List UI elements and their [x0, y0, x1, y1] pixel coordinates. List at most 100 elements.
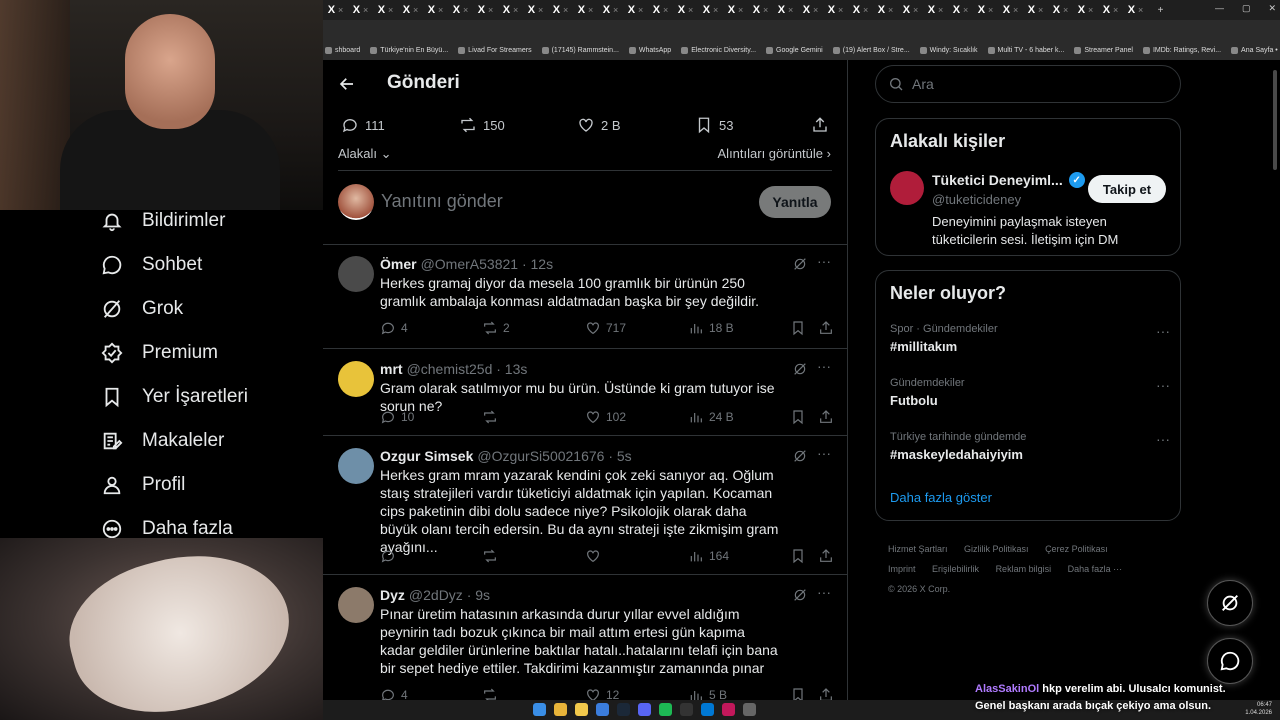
steam-icon[interactable]	[617, 703, 630, 716]
avatar[interactable]	[890, 171, 924, 205]
close-tab-icon[interactable]: ×	[563, 5, 568, 15]
like-button[interactable]	[585, 548, 606, 564]
views-button[interactable]: 5 B	[688, 687, 727, 700]
reply-button[interactable]: 4	[380, 687, 408, 700]
close-tab-icon[interactable]: ×	[863, 5, 868, 15]
trend-item[interactable]: Türkiye tarihinde gündemde #maskeyledaha…	[890, 431, 1170, 462]
window-controls[interactable]: — ▢ ✕	[1215, 3, 1276, 14]
browser-tab[interactable]: X ×	[498, 1, 523, 19]
close-tab-icon[interactable]: ×	[913, 5, 918, 15]
nav-bookmarks[interactable]: Yer İşaretleri	[100, 379, 248, 415]
close-tab-icon[interactable]: ×	[738, 5, 743, 15]
close-tab-icon[interactable]: ×	[513, 5, 518, 15]
tweet-author[interactable]: Dyz @2dDyz · 9s	[380, 587, 490, 603]
bookmark-count-button[interactable]: 53	[695, 116, 733, 134]
browser-tab[interactable]: X ×	[798, 1, 823, 19]
close-tab-icon[interactable]: ×	[963, 5, 968, 15]
browser-tab[interactable]: X ×	[673, 1, 698, 19]
search-input[interactable]: Ara	[875, 65, 1181, 103]
footer-link[interactable]: Daha fazla ···	[1068, 564, 1123, 574]
browser-tab[interactable]: X ×	[923, 1, 948, 19]
share-button[interactable]	[818, 320, 834, 336]
close-tab-icon[interactable]: ×	[488, 5, 493, 15]
grok-explain-icon[interactable]	[792, 256, 808, 272]
close-tab-icon[interactable]: ×	[338, 5, 343, 15]
nav-notifications[interactable]: Bildirimler	[100, 203, 225, 239]
tweet-author[interactable]: mrt @chemist25d · 13s	[380, 361, 527, 377]
repost-button[interactable]	[482, 548, 503, 564]
reply-input[interactable]: Yanıtını gönder	[381, 191, 503, 212]
bookmark-item[interactable]: (19) Alert Box / Stre...	[832, 46, 910, 54]
close-tab-icon[interactable]: ×	[888, 5, 893, 15]
close-tab-icon[interactable]: ×	[388, 5, 393, 15]
more-options-icon[interactable]: ···	[1156, 431, 1170, 447]
browser-tab[interactable]: X ×	[1048, 1, 1073, 19]
trend-item[interactable]: Gündemdekiler Futbolu ···	[890, 377, 1170, 408]
bookmark-item[interactable]: Streamer Panel	[1074, 46, 1133, 54]
maximize-icon[interactable]: ▢	[1242, 3, 1251, 14]
more-options-icon[interactable]: ···	[817, 359, 833, 377]
avatar[interactable]	[338, 256, 374, 292]
reply-tweet[interactable]: Dyz @2dDyz · 9s ··· Pınar üretim hatasının …	[323, 575, 847, 700]
bookmark-item[interactable]: Ana Sayfa • HBO Max	[1231, 46, 1280, 54]
browser-tab[interactable]: X ×	[1073, 1, 1098, 19]
reply-button[interactable]	[380, 548, 401, 564]
footer-link[interactable]: Çerez Politikası	[1045, 544, 1108, 554]
close-tab-icon[interactable]: ×	[1063, 5, 1068, 15]
bookmark-button[interactable]	[790, 320, 806, 336]
nav-grok[interactable]: Grok	[100, 291, 183, 327]
browser-tab[interactable]: X ×	[1098, 1, 1123, 19]
share-button[interactable]	[818, 548, 834, 564]
browser-tab[interactable]: X ×	[848, 1, 873, 19]
app-icon[interactable]	[722, 703, 735, 716]
close-tab-icon[interactable]: ×	[1013, 5, 1018, 15]
repost-button[interactable]	[482, 409, 503, 425]
close-tab-icon[interactable]: ×	[1088, 5, 1093, 15]
reply-button[interactable]: 4	[380, 320, 408, 336]
tweet-author[interactable]: Ozgur Simsek @OzgurSi50021676 · 5s	[380, 448, 632, 464]
app-icon[interactable]	[596, 703, 609, 716]
related-user-name[interactable]: Tüketici Deneyiml... ✓	[932, 172, 1085, 188]
folder-icon[interactable]	[575, 703, 588, 716]
avatar[interactable]	[338, 587, 374, 623]
close-tab-icon[interactable]: ×	[988, 5, 993, 15]
grok-explain-icon[interactable]	[792, 587, 808, 603]
follow-button[interactable]: Takip et	[1088, 175, 1166, 203]
bookmark-item[interactable]: IMDb: Ratings, Revi...	[1142, 46, 1221, 54]
close-tab-icon[interactable]: ×	[588, 5, 593, 15]
repost-button[interactable]	[482, 687, 503, 700]
footer-link[interactable]: Hizmet Şartları	[888, 544, 948, 554]
close-tab-icon[interactable]: ×	[613, 5, 618, 15]
nav-articles[interactable]: Makaleler	[100, 423, 224, 459]
views-button[interactable]: 24 B	[688, 409, 734, 425]
repost-count-button[interactable]: 150	[459, 116, 505, 134]
reply-count-button[interactable]: 111	[341, 116, 385, 134]
more-options-icon[interactable]: ···	[1156, 323, 1170, 339]
close-tab-icon[interactable]: ×	[788, 5, 793, 15]
sort-relevance-dropdown[interactable]: Alakalı ⌄	[338, 146, 392, 162]
browser-tab[interactable]: X ×	[623, 1, 648, 19]
browser-tab[interactable]: X ×	[973, 1, 998, 19]
close-tab-icon[interactable]: ×	[413, 5, 418, 15]
close-tab-icon[interactable]: ×	[463, 5, 468, 15]
views-button[interactable]: 164	[688, 548, 729, 564]
browser-icon[interactable]	[554, 703, 567, 716]
new-tab-button[interactable]: +	[1148, 1, 1173, 19]
browser-tab[interactable]: X ×	[548, 1, 573, 19]
avatar[interactable]	[338, 184, 374, 220]
browser-tab[interactable]: X ×	[348, 1, 373, 19]
more-options-icon[interactable]: ···	[817, 446, 833, 464]
footer-link[interactable]: Imprint	[888, 564, 916, 574]
browser-tab[interactable]: X ×	[898, 1, 923, 19]
like-button[interactable]: 717	[585, 320, 626, 336]
browser-tab[interactable]: X ×	[723, 1, 748, 19]
views-button[interactable]: 18 B	[688, 320, 734, 336]
browser-tab[interactable]: X ×	[473, 1, 498, 19]
share-button[interactable]	[818, 687, 834, 700]
tweet-author[interactable]: Ömer @OmerA53821 · 12s	[380, 256, 553, 272]
browser-tab[interactable]: X ×	[698, 1, 723, 19]
footer-link[interactable]: Erişilebilirlik	[932, 564, 979, 574]
close-tab-icon[interactable]: ×	[663, 5, 668, 15]
share-button[interactable]	[818, 409, 834, 425]
more-options-icon[interactable]: ···	[817, 585, 833, 603]
